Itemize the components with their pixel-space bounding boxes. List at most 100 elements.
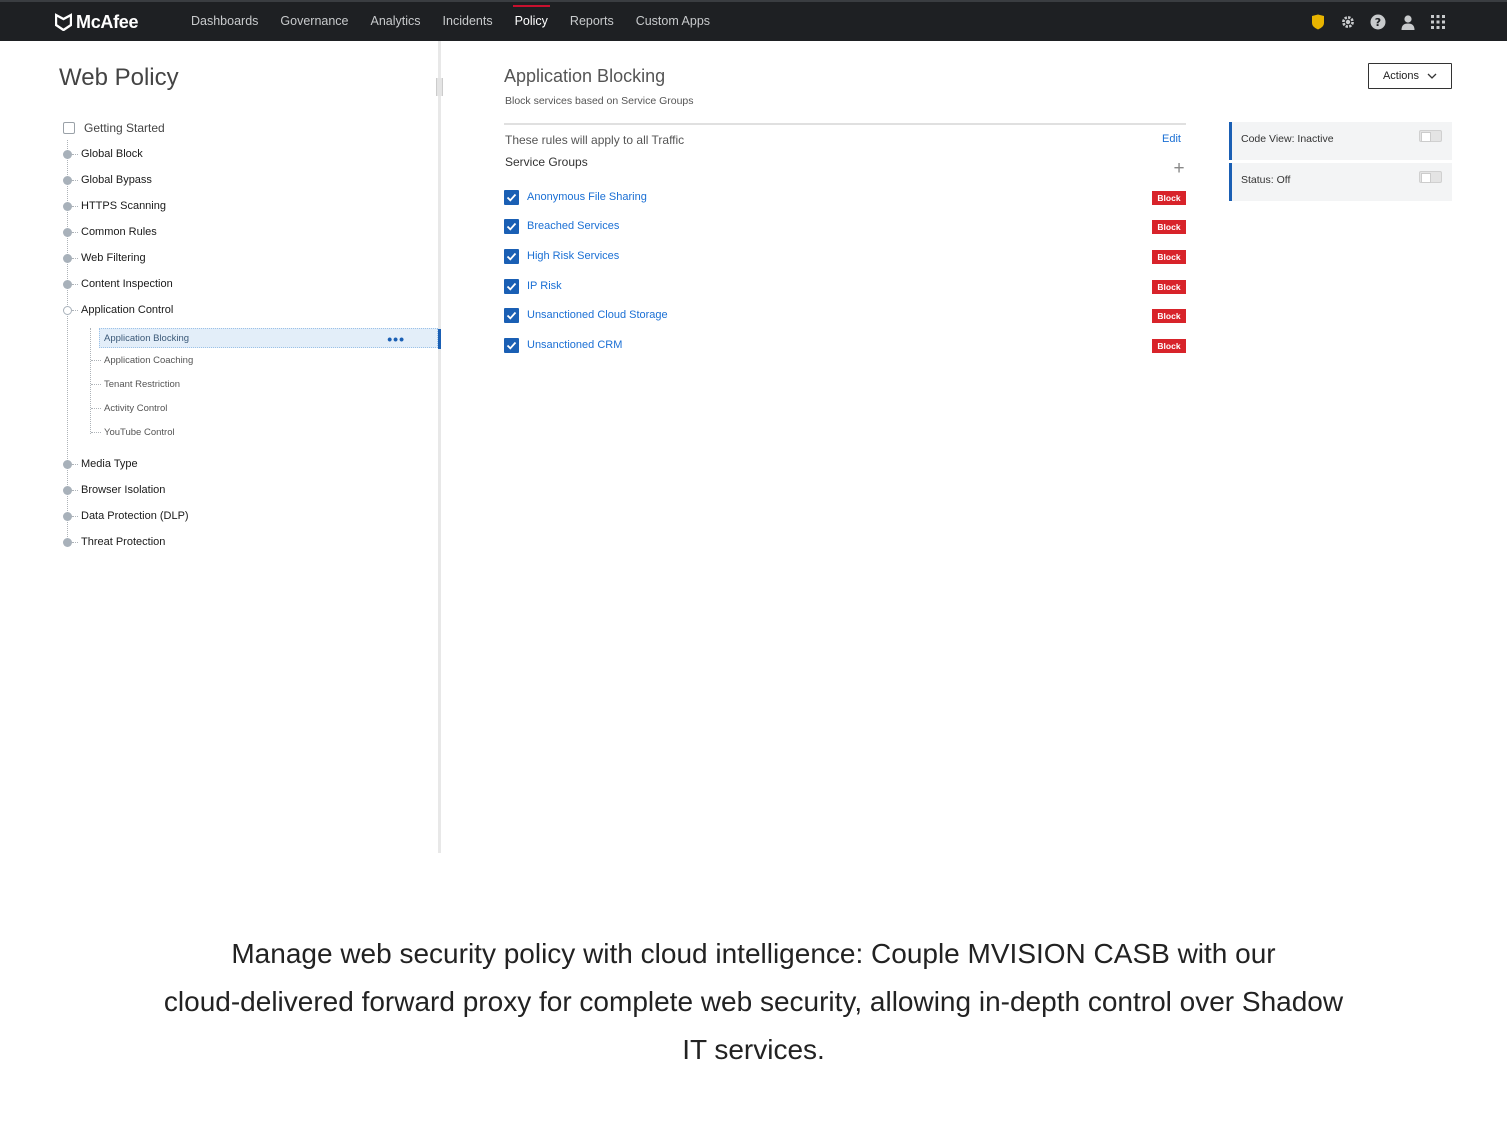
code-view-card: Code View: Inactive — [1229, 122, 1452, 160]
tree-item-global-bypass[interactable]: Global Bypass — [63, 170, 152, 190]
gear-icon[interactable] — [1339, 13, 1357, 31]
tree-item-https-scanning[interactable]: HTTPS Scanning — [63, 196, 166, 216]
sub-item-label: YouTube Control — [104, 426, 175, 438]
service-groups-label: Service Groups — [505, 155, 588, 169]
service-name-link[interactable]: High Risk Services — [527, 250, 619, 262]
tree-item-global-block[interactable]: Global Block — [63, 144, 143, 164]
nav-dashboards[interactable]: Dashboards — [180, 2, 269, 41]
tree-item-browser-isolation[interactable]: Browser Isolation — [63, 480, 165, 500]
nav-policy[interactable]: Policy — [504, 2, 559, 41]
caption-line-1: Manage web security policy with cloud in… — [231, 938, 1276, 969]
tree-item-common-rules[interactable]: Common Rules — [63, 222, 157, 242]
tree-item-content-inspection[interactable]: Content Inspection — [63, 274, 173, 294]
node-dot-icon — [63, 175, 72, 185]
mcafee-logo[interactable]: McAfee — [55, 11, 139, 33]
service-name-link[interactable]: Unsanctioned CRM — [527, 339, 622, 351]
section-divider — [504, 123, 1186, 125]
tree-dash — [72, 515, 78, 517]
service-row-ip-risk: IP Risk Block — [504, 278, 1186, 296]
code-view-toggle[interactable] — [1419, 130, 1442, 142]
node-dot-icon — [63, 537, 72, 547]
tree-item-label: Browser Isolation — [81, 484, 166, 496]
tree-item-getting-started[interactable]: Getting Started — [63, 118, 165, 138]
service-checkbox[interactable] — [504, 308, 519, 323]
service-checkbox[interactable] — [504, 338, 519, 353]
tree-item-application-control[interactable]: Application Control — [63, 300, 173, 320]
tree-dash — [72, 205, 78, 207]
tree-item-media-type[interactable]: Media Type — [63, 454, 138, 474]
tree-dash — [72, 463, 78, 465]
service-row-unsanctioned-cloud-storage: Unsanctioned Cloud Storage Block — [504, 307, 1186, 325]
tree-dash — [72, 489, 78, 491]
rules-scope-text: These rules will apply to all Traffic — [505, 133, 685, 147]
page-icon — [63, 122, 75, 134]
caption-line-2: cloud-delivered forward proxy for comple… — [163, 986, 1344, 1017]
web-policy-title: Web Policy — [59, 64, 179, 91]
status-toggle[interactable] — [1419, 171, 1442, 183]
service-row-high-risk-services: High Risk Services Block — [504, 248, 1186, 266]
nav-analytics[interactable]: Analytics — [360, 2, 432, 41]
tree-dash — [91, 431, 101, 433]
tree-dash — [72, 257, 78, 259]
sub-item-label: Activity Control — [104, 402, 168, 414]
top-navigation-bar: McAfee Dashboards Governance Analytics I… — [0, 0, 1507, 41]
sub-item-application-coaching[interactable]: Application Coaching — [91, 350, 193, 370]
panel-divider — [438, 41, 441, 853]
sub-item-tenant-restriction[interactable]: Tenant Restriction — [91, 374, 180, 394]
node-dot-icon — [63, 485, 72, 495]
tree-dash — [72, 231, 78, 233]
tree-item-label: Content Inspection — [81, 278, 173, 290]
mcafee-shield-icon — [55, 13, 72, 31]
help-icon[interactable]: ? — [1369, 13, 1387, 31]
service-row-anonymous-file-sharing: Anonymous File Sharing Block — [504, 189, 1186, 207]
checkmark-icon — [506, 222, 517, 231]
add-service-group-button[interactable]: + — [1171, 159, 1187, 178]
checkmark-icon — [506, 311, 517, 320]
block-badge: Block — [1152, 191, 1186, 205]
tree-item-data-protection[interactable]: Data Protection (DLP) — [63, 506, 189, 526]
node-open-icon — [63, 305, 72, 315]
tree-item-label: Threat Protection — [81, 536, 166, 548]
panel-resize-handle[interactable] — [436, 78, 443, 96]
nav-reports[interactable]: Reports — [559, 2, 625, 41]
node-dot-icon — [63, 279, 72, 289]
tree-dash — [72, 179, 78, 181]
tree-item-label: Global Bypass — [81, 174, 152, 186]
tree-item-label: Application Control — [81, 304, 174, 316]
tree-item-label: HTTPS Scanning — [81, 200, 166, 212]
sub-item-youtube-control[interactable]: YouTube Control — [91, 422, 175, 442]
main-nav: Dashboards Governance Analytics Incident… — [180, 2, 721, 41]
service-checkbox[interactable] — [504, 249, 519, 264]
user-icon[interactable] — [1399, 13, 1417, 31]
nav-custom-apps[interactable]: Custom Apps — [625, 2, 721, 41]
tree-item-web-filtering[interactable]: Web Filtering — [63, 248, 146, 268]
service-name-link[interactable]: IP Risk — [527, 280, 562, 292]
sub-item-activity-control[interactable]: Activity Control — [91, 398, 167, 418]
service-checkbox[interactable] — [504, 219, 519, 234]
apps-grid-icon[interactable] — [1429, 13, 1447, 31]
brand-name: McAfee — [76, 11, 139, 32]
nav-governance[interactable]: Governance — [269, 2, 359, 41]
service-checkbox[interactable] — [504, 190, 519, 205]
edit-link[interactable]: Edit — [1162, 133, 1181, 145]
actions-dropdown-button[interactable]: Actions — [1368, 63, 1452, 89]
checkmark-icon — [506, 282, 517, 291]
tree-item-threat-protection[interactable]: Threat Protection — [63, 532, 165, 552]
service-name-link[interactable]: Unsanctioned Cloud Storage — [527, 309, 668, 321]
sub-item-application-blocking[interactable]: Application Blocking ••• — [99, 328, 438, 348]
tree-item-label: Global Block — [81, 148, 143, 160]
tree-item-label: Common Rules — [81, 226, 157, 238]
shield-badge-icon[interactable] — [1309, 13, 1327, 31]
tree-dash — [72, 541, 78, 543]
block-badge: Block — [1152, 250, 1186, 264]
checkmark-icon — [506, 341, 517, 350]
service-name-link[interactable]: Anonymous File Sharing — [527, 191, 647, 203]
nav-incidents[interactable]: Incidents — [432, 2, 504, 41]
marketing-caption: Manage web security policy with cloud in… — [100, 930, 1407, 1074]
node-dot-icon — [63, 149, 72, 159]
service-name-link[interactable]: Breached Services — [527, 220, 619, 232]
service-checkbox[interactable] — [504, 279, 519, 294]
checkmark-icon — [506, 252, 517, 261]
tree-item-label: Data Protection (DLP) — [81, 510, 189, 522]
more-options-icon[interactable]: ••• — [387, 331, 405, 347]
